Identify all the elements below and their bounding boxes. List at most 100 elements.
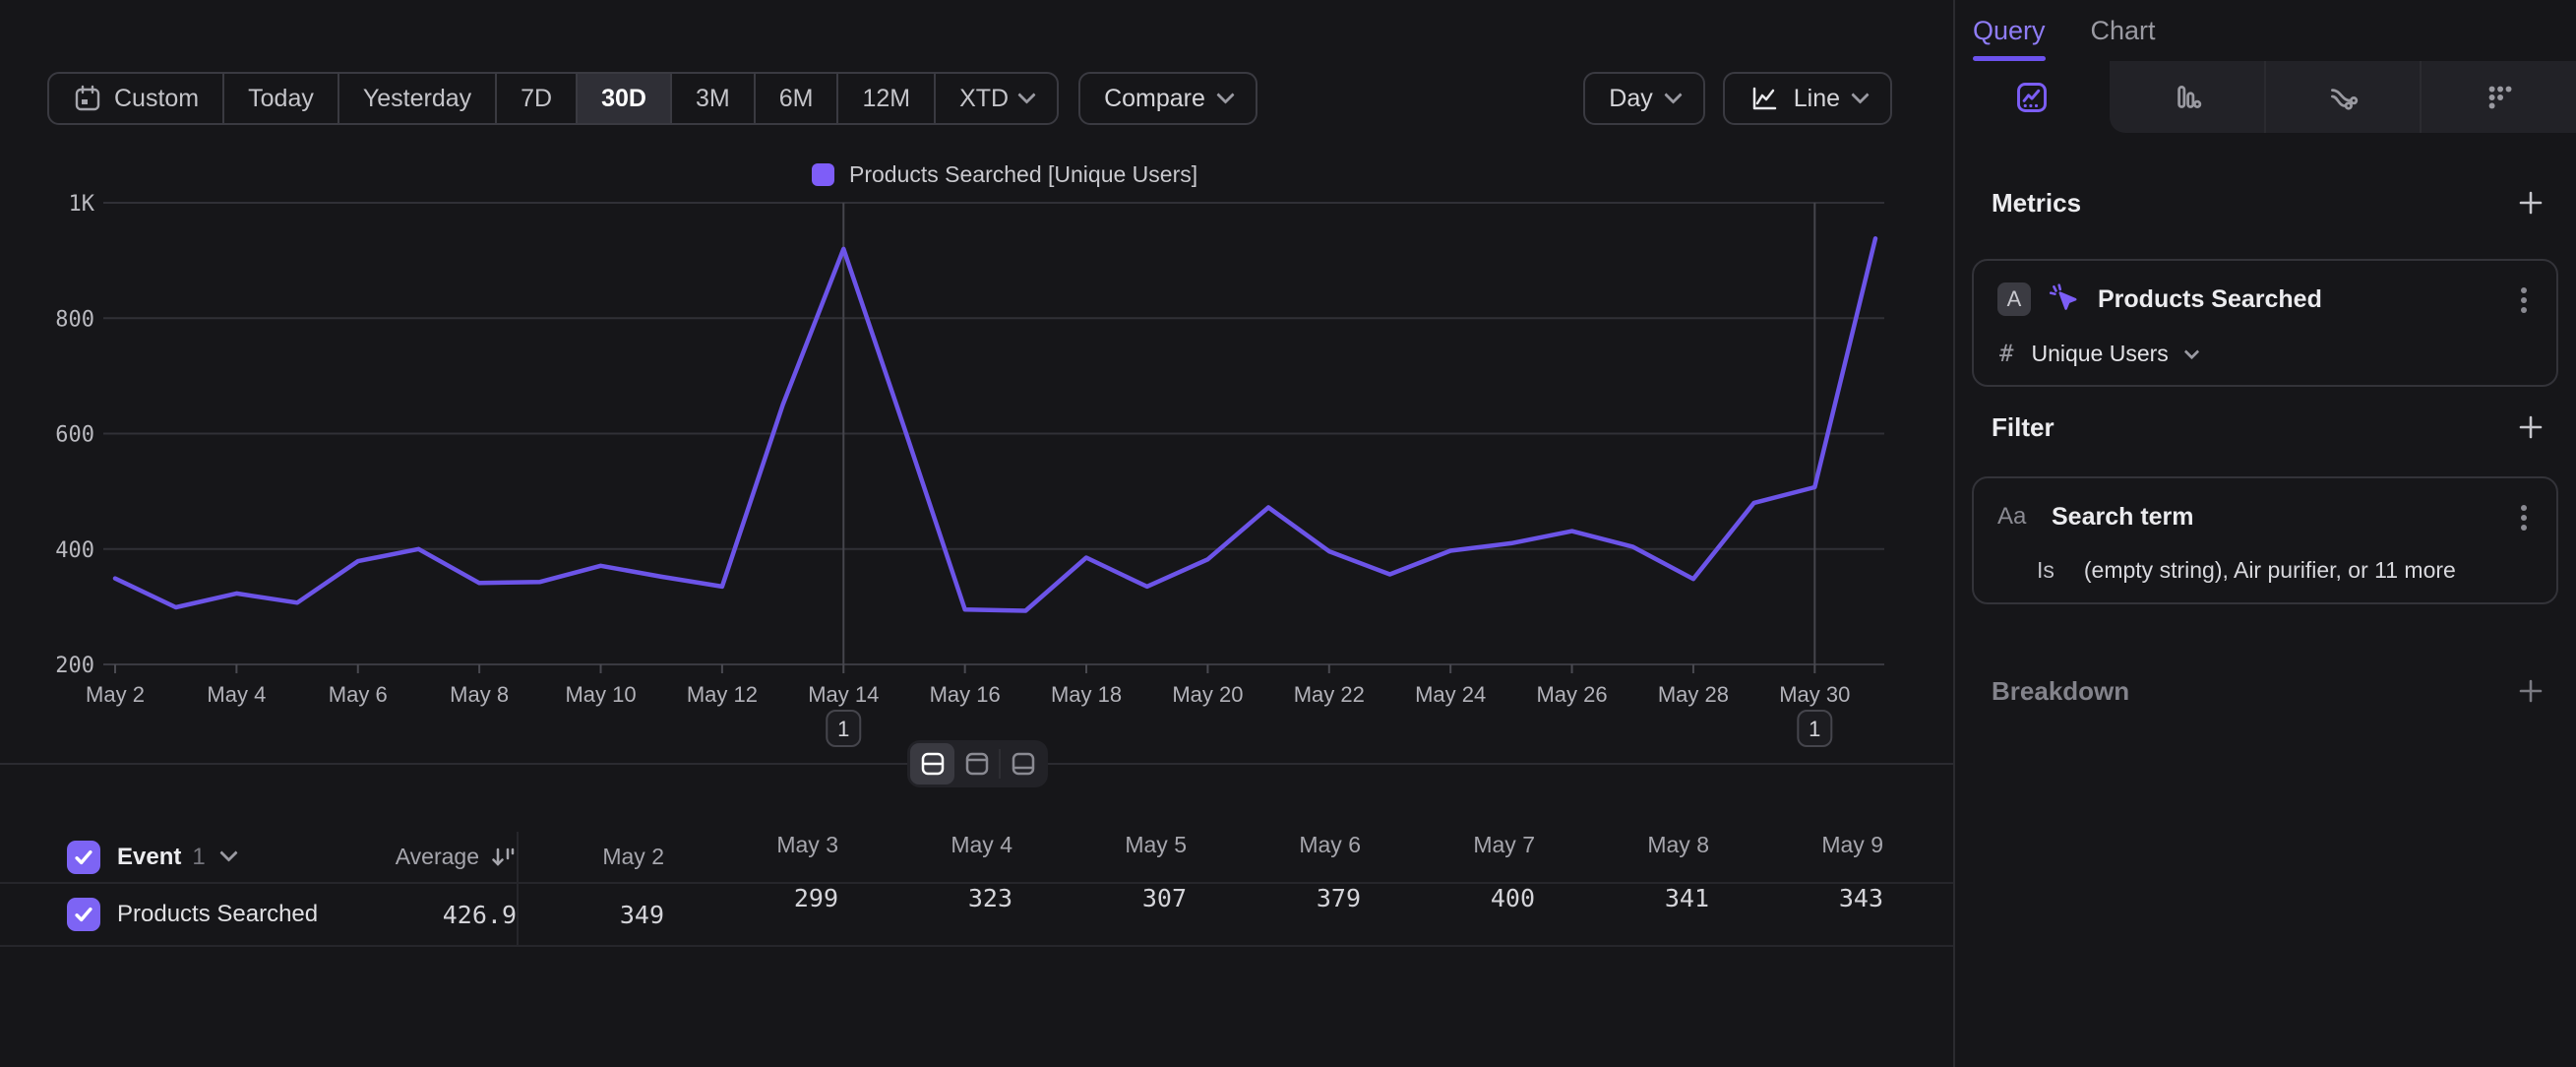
table-col-header: May 3 — [664, 832, 838, 882]
date-range-group: Custom Today Yesterday 7D 30D 3M 6M 12M XTD — [47, 72, 1059, 125]
insights-chart-icon — [2014, 80, 2050, 115]
range-label: XTD — [959, 85, 1009, 113]
average-header-label: Average — [396, 844, 479, 870]
table-row[interactable]: Products Searched [Un... 426.9 349299323… — [0, 884, 1953, 947]
layout-chart-only-button[interactable] — [954, 743, 999, 785]
tab-query[interactable]: Query — [1973, 0, 2046, 61]
measure-label: Unique Users — [2031, 341, 2168, 367]
x-axis-label: May 22 — [1294, 682, 1365, 707]
add-filter-button[interactable] — [2515, 411, 2546, 443]
toolbar-right: Day Line — [1583, 72, 1892, 125]
chart-legend[interactable]: Products Searched [Unique Users] — [812, 161, 1197, 188]
filter-value: (empty string), Air purifier, or 11 more — [2084, 557, 2456, 584]
granularity-label: Day — [1609, 85, 1652, 113]
table-cell-value: 400 — [1361, 884, 1535, 945]
x-axis-label: May 10 — [565, 682, 636, 707]
filter-title: Filter — [1992, 412, 2055, 443]
event-name-cell: Products Searched [Un... — [0, 898, 325, 931]
range-30d-button[interactable]: 30D — [576, 74, 670, 123]
average-header-cell[interactable]: Average — [325, 844, 517, 871]
table-col-header: May 6 — [1187, 832, 1361, 882]
table-cell-value: 341 — [1535, 884, 1709, 945]
layout-split-view-button[interactable] — [910, 743, 954, 785]
tab-chart[interactable]: Chart — [2091, 0, 2156, 61]
x-axis-label: May 18 — [1051, 682, 1122, 707]
range-label: Yesterday — [363, 85, 471, 113]
tab-chart-label: Chart — [2091, 16, 2156, 46]
chevron-down-icon — [2184, 344, 2200, 359]
filter-card[interactable]: Aa Search term Is (empty string), Air pu… — [1972, 476, 2558, 604]
table-cell-value: 299 — [664, 884, 838, 945]
line-chart-icon — [1748, 83, 1780, 114]
legend-label: Products Searched [Unique Users] — [849, 161, 1197, 188]
row-checkbox[interactable] — [67, 898, 100, 931]
chart-type-button[interactable]: Line — [1723, 72, 1892, 125]
x-axis-label: May 6 — [329, 682, 388, 707]
range-3m-button[interactable]: 3M — [670, 74, 754, 123]
metric-card[interactable]: A Products Searched # Unique Users — [1972, 259, 2558, 387]
y-axis-label: 400 — [55, 538, 94, 563]
data-line-series[interactable] — [115, 238, 1875, 610]
table-col-header: May 4 — [838, 832, 1012, 882]
add-metric-button[interactable] — [2515, 187, 2546, 219]
chart-type-label: Line — [1794, 85, 1840, 113]
chevron-down-icon[interactable] — [219, 844, 237, 861]
view-tab-flows[interactable] — [2264, 61, 2421, 133]
range-12m-button[interactable]: 12M — [836, 74, 934, 123]
filter-section-header: Filter — [1992, 409, 2546, 445]
bar-chart-icon — [2169, 80, 2204, 115]
toolbar: Custom Today Yesterday 7D 30D 3M 6M 12M XTD Comp… — [47, 72, 1892, 125]
x-axis-label: May 2 — [86, 682, 145, 707]
range-6m-button[interactable]: 6M — [754, 74, 837, 123]
compare-button[interactable]: Compare — [1078, 72, 1257, 125]
string-property-icon: Aa — [1997, 503, 2035, 531]
range-custom-button[interactable]: Custom — [49, 74, 222, 123]
breakdown-section-header: Breakdown — [1992, 673, 2546, 709]
table-col-header: May 2 — [517, 832, 664, 882]
select-all-checkbox[interactable] — [67, 841, 100, 874]
range-xtd-button[interactable]: XTD — [934, 74, 1057, 123]
view-tab-insights[interactable] — [1955, 61, 2110, 133]
metrics-title: Metrics — [1992, 188, 2081, 219]
cursor-click-icon — [2048, 282, 2081, 316]
x-axis-label: May 16 — [930, 682, 1001, 707]
view-tab-retention[interactable] — [2420, 61, 2576, 133]
metric-name: Products Searched — [2098, 285, 2322, 314]
compare-label: Compare — [1104, 85, 1205, 113]
metric-letter-badge: A — [1997, 282, 2031, 316]
results-table: Event 1 Average May 2May 3May 4May 5May … — [0, 832, 1953, 947]
table-col-header: May 9 — [1709, 832, 1883, 882]
range-7d-button[interactable]: 7D — [495, 74, 576, 123]
metric-menu-icon[interactable] — [2521, 287, 2527, 293]
range-label: 30D — [601, 85, 646, 113]
granularity-button[interactable]: Day — [1583, 72, 1704, 125]
metric-measure-row[interactable]: # Unique Users — [1999, 340, 2197, 367]
retention-grid-icon — [2482, 80, 2517, 115]
table-cell-value: 323 — [838, 884, 1012, 945]
table-col-header: May 8 — [1535, 832, 1709, 882]
table-cell-value: 349 — [517, 884, 664, 945]
filter-operator: Is — [2037, 557, 2055, 584]
range-label: 12M — [862, 85, 910, 113]
x-axis-label: May 12 — [687, 682, 758, 707]
range-today-button[interactable]: Today — [222, 74, 337, 123]
x-axis-label: May 30 — [1779, 682, 1850, 707]
range-label: 3M — [696, 85, 730, 113]
range-yesterday-button[interactable]: Yesterday — [337, 74, 495, 123]
filter-condition-row[interactable]: Is (empty string), Air purifier, or 11 m… — [2037, 557, 2456, 584]
view-tab-bar[interactable] — [2110, 61, 2264, 133]
line-chart[interactable]: 1K800600400200May 2May 4May 6May 8May 10… — [0, 187, 1953, 758]
sidebar-tabs: Query Chart — [1955, 0, 2576, 61]
chevron-down-icon — [1851, 86, 1869, 103]
filter-menu-icon[interactable] — [2521, 505, 2527, 511]
metric-card-row: A Products Searched — [1997, 282, 2535, 317]
add-breakdown-button[interactable] — [2515, 675, 2546, 707]
range-label: Custom — [114, 85, 199, 113]
x-axis-label: May 14 — [808, 682, 879, 707]
sort-icon — [489, 844, 517, 871]
x-axis-label: May 28 — [1658, 682, 1729, 707]
layout-table-only-button[interactable] — [1001, 743, 1045, 785]
layout-toggle — [907, 740, 1048, 787]
metrics-section-header: Metrics — [1992, 185, 2546, 220]
breakdown-title: Breakdown — [1992, 676, 2129, 707]
